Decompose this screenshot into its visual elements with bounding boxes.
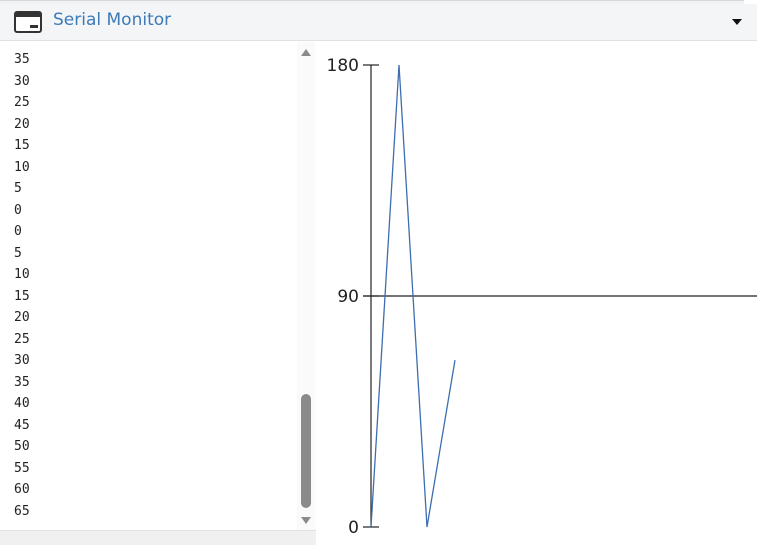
serial-scrollbar[interactable]	[297, 42, 315, 530]
serial-line: 30	[14, 353, 30, 368]
serial-line: 35	[14, 374, 30, 390]
serial-line: 45	[14, 417, 30, 433]
scroll-up-arrow-icon[interactable]	[301, 48, 311, 57]
serial-line: 20	[14, 116, 30, 132]
serial-line: 0	[14, 202, 22, 218]
scrollbar-thumb[interactable]	[301, 394, 311, 508]
serial-output-pane: 40 3530252015105005101520253035404550556…	[0, 42, 316, 545]
serial-line: 20	[14, 310, 30, 325]
serial-line: 15	[14, 138, 30, 153]
y-tick-label: 180	[327, 56, 359, 76]
serial-line: 5	[14, 245, 22, 261]
plot-canvas: 0 90 180	[327, 56, 757, 538]
caret-down-icon[interactable]	[731, 17, 743, 27]
serial-line: 25	[14, 331, 30, 347]
serial-line-partial: 40	[14, 42, 294, 49]
serial-line: 30	[14, 73, 30, 89]
serial-line: 55	[14, 460, 30, 476]
serial-line: 10	[14, 267, 30, 282]
y-tick-label: 90	[337, 287, 359, 307]
serial-plotter: 0 90 180	[316, 42, 757, 545]
serial-line: 35	[14, 52, 30, 67]
serial-footer-bar	[0, 530, 316, 545]
scroll-down-arrow-icon[interactable]	[301, 516, 311, 525]
serial-line: 40	[14, 396, 30, 411]
window-icon	[14, 11, 42, 33]
serial-line: 25	[14, 95, 30, 110]
panel-title: Serial Monitor	[53, 10, 172, 30]
serial-line: 5	[14, 181, 22, 196]
serial-line: 60	[14, 482, 30, 497]
serial-line: 10	[14, 159, 30, 175]
y-tick-label: 0	[348, 518, 359, 538]
serial-monitor-titlebar: Serial Monitor	[0, 4, 757, 41]
serial-line: 65	[14, 503, 30, 519]
serial-output-list: 40 3530252015105005101520253035404550556…	[14, 42, 294, 530]
serial-line: 50	[14, 439, 30, 454]
serial-line: 0	[14, 224, 22, 239]
serial-line: 15	[14, 288, 30, 304]
